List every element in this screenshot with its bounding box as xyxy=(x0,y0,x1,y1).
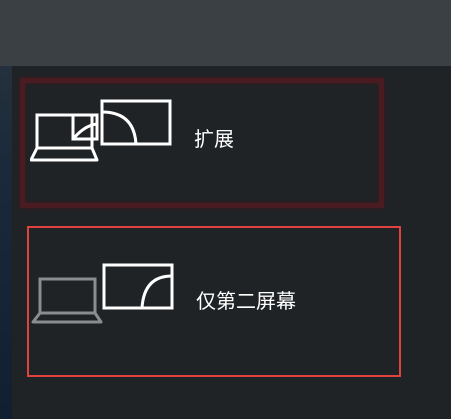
panel-header xyxy=(0,0,451,66)
project-panel: 扩展 仅第二屏幕 xyxy=(0,0,451,419)
second-screen-only-icon xyxy=(30,262,180,332)
option-second-screen-only-label: 仅第二屏幕 xyxy=(196,289,296,313)
extend-display-icon xyxy=(29,98,180,168)
option-extend-label: 扩展 xyxy=(194,127,234,151)
